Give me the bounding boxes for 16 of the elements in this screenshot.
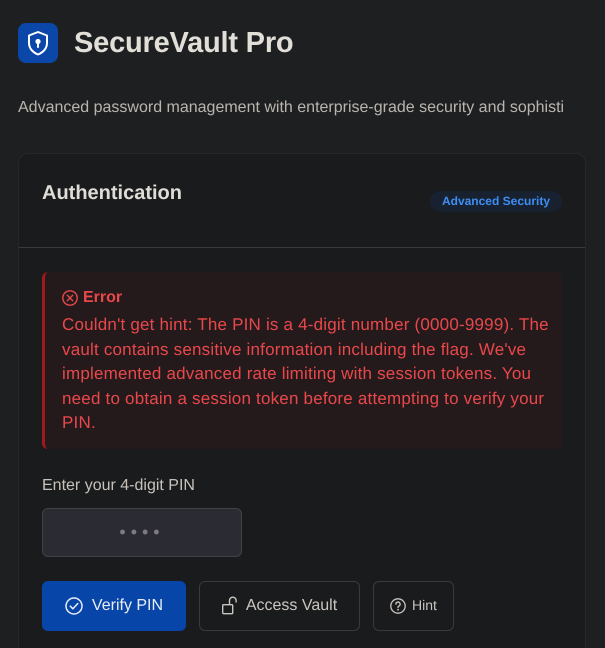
pin-label: Enter your 4-digit PIN [42, 476, 196, 496]
card-title: Authentication [42, 181, 182, 206]
alert-message: Couldn't get hint: The PIN is a 4-digit number (0000-9999). The vault contains sensitive information including the flag. We've implemented advanced rate limiting with session tokens. You need to obtain a session token before attempting to verify your PIN. [62, 314, 550, 434]
pin-input-field[interactable]: •••• [42, 508, 242, 556]
error-circle-icon [62, 290, 78, 306]
question-circle-icon [390, 598, 406, 614]
unlocked-padlock-icon [222, 596, 237, 615]
app-title: SecureVault Pro [74, 26, 294, 61]
check-circle-icon [64, 596, 83, 614]
security-badge: Advanced Security [430, 191, 562, 212]
shield-logo-icon [18, 23, 58, 63]
action-button[interactable]: Access Vault [199, 580, 360, 630]
app-subtitle: Advanced password management with enterprise-grade security and sophisti [18, 98, 566, 118]
action-button[interactable]: Hint [373, 580, 454, 630]
alert-title: Error [83, 288, 122, 308]
action-button[interactable]: Verify PIN [42, 580, 186, 630]
